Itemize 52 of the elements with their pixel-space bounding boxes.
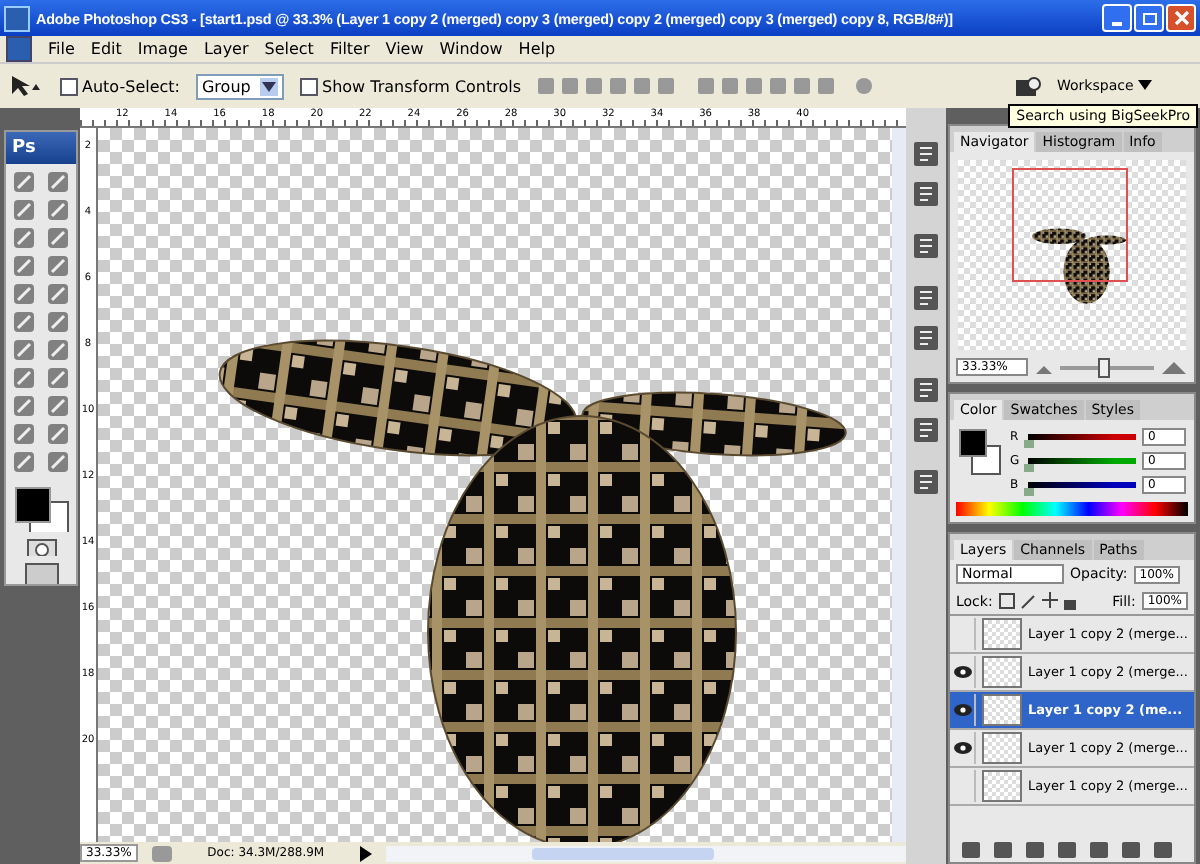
slider-thumb[interactable] xyxy=(1024,464,1034,472)
quick-mask-icon[interactable] xyxy=(25,537,57,556)
status-menu-arrow-icon[interactable] xyxy=(357,845,374,861)
visibility-toggle[interactable] xyxy=(950,732,976,764)
color-swatches-icon[interactable] xyxy=(11,484,71,532)
minimize-button[interactable] xyxy=(1102,4,1132,32)
menu-item[interactable]: Help xyxy=(518,40,556,58)
eye-icon[interactable] xyxy=(953,742,971,754)
move-tool-icon[interactable] xyxy=(8,74,44,98)
menu-item[interactable]: Filter xyxy=(329,40,370,58)
menu-item[interactable]: File xyxy=(48,40,75,58)
status-icon[interactable] xyxy=(149,843,174,863)
app-logo: Ps xyxy=(6,132,76,164)
slider-thumb[interactable] xyxy=(1024,440,1034,448)
visibility-toggle[interactable] xyxy=(950,656,976,688)
color-spectrum[interactable] xyxy=(956,502,1188,516)
vertical-scrollbar[interactable] xyxy=(892,128,906,842)
close-icon xyxy=(1173,10,1189,26)
restore-icon xyxy=(1141,10,1157,26)
lock-icons-drawing[interactable] xyxy=(998,592,1079,610)
auto-select-checkbox[interactable]: Auto-Select: xyxy=(60,77,180,95)
menu-item[interactable]: Window xyxy=(439,40,503,58)
close-button[interactable] xyxy=(1166,4,1196,32)
color-swatches-icon[interactable] xyxy=(958,428,1002,476)
target-dropdown[interactable]: Group xyxy=(195,73,284,99)
layer-thumbnail xyxy=(982,770,1022,802)
zoom-slider-thumb[interactable] xyxy=(1098,357,1111,377)
horizontal-scrollbar[interactable] xyxy=(385,845,906,861)
app-icon xyxy=(6,36,32,62)
menu-item[interactable]: Select xyxy=(264,40,314,58)
layer-thumbnail xyxy=(982,618,1022,650)
menu-item[interactable]: View xyxy=(385,40,424,58)
eye-icon[interactable] xyxy=(953,666,971,678)
caret-icon xyxy=(1138,80,1152,90)
layer-thumbnail xyxy=(982,656,1022,688)
eye-icon[interactable] xyxy=(953,704,971,716)
zoom-in-icon[interactable] xyxy=(1160,359,1188,375)
camera-icon[interactable] xyxy=(1013,74,1041,98)
app-icon xyxy=(4,5,30,31)
menu-item[interactable]: Image xyxy=(137,40,188,58)
visibility-toggle[interactable] xyxy=(950,694,976,726)
auto-align-icon[interactable] xyxy=(853,74,874,98)
restore-button[interactable] xyxy=(1134,4,1164,32)
view-rectangle[interactable] xyxy=(1012,168,1128,282)
layer-thumbnail xyxy=(982,732,1022,764)
transform-controls-checkbox[interactable]: Show Transform Controls xyxy=(299,77,522,95)
screen-mode-icon[interactable] xyxy=(23,562,59,584)
menu-item[interactable]: Edit xyxy=(90,40,122,58)
menu-item[interactable]: Layer xyxy=(203,40,249,58)
layer-thumbnail xyxy=(982,694,1022,726)
caret-icon[interactable] xyxy=(261,81,276,91)
slider-thumb[interactable] xyxy=(1024,488,1034,496)
